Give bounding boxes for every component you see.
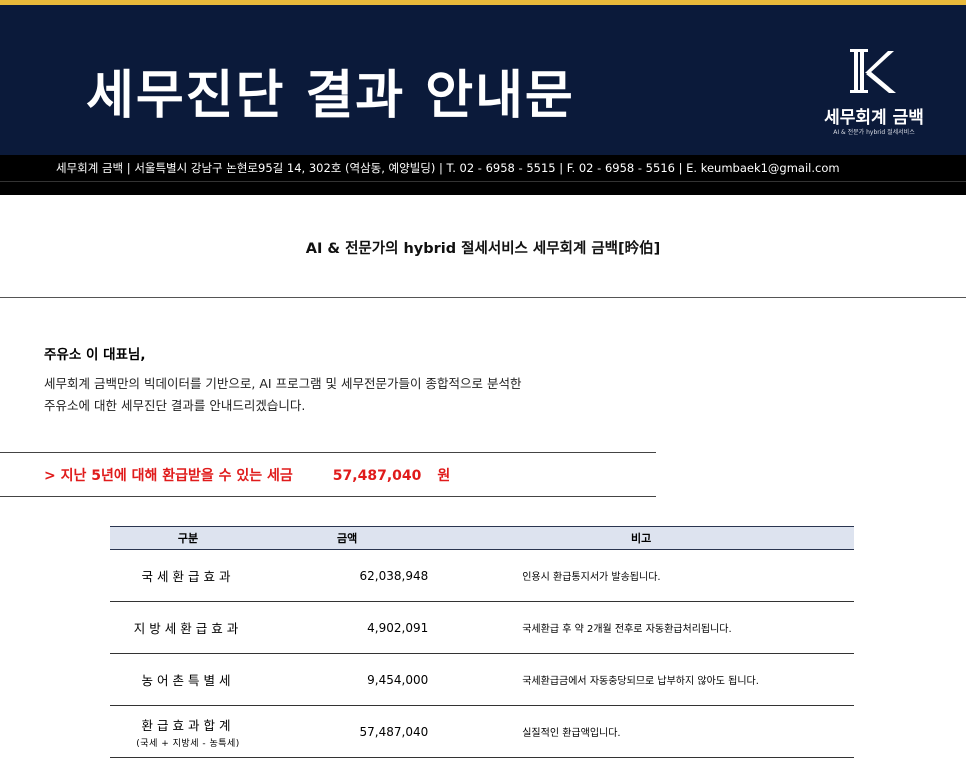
row-amount-text: 9,454,000 bbox=[367, 672, 429, 687]
refund-bottom-rule bbox=[0, 496, 656, 497]
k-monogram-icon bbox=[850, 49, 896, 93]
row-amount: 62,038,948 bbox=[266, 549, 429, 602]
table-row: 국세환급효과 62,038,948 인용시 환급통지서가 발송됩니다. bbox=[110, 549, 854, 602]
refund-top-rule bbox=[0, 452, 656, 453]
company-logo: 세무회계 금백 AI & 전문가 hybrid 절세서비스 bbox=[812, 43, 936, 143]
header-category: 구분 bbox=[110, 526, 267, 550]
contact-info-text: 세무회계 금백 | 서울특별시 강남구 논현로95길 14, 302호 (역삼동… bbox=[56, 161, 840, 175]
row-amount: 9,454,000 bbox=[266, 653, 429, 706]
row-amount: 4,902,091 bbox=[266, 601, 429, 654]
document-header: 세무진단 결과 안내문 세무회계 금백 AI & 전문가 hybrid 절세서비… bbox=[0, 5, 966, 155]
logo-company-name: 세무회계 금백 bbox=[824, 108, 924, 128]
table-row: 농어촌특별세 9,454,000 국세환급금에서 자동충당되므로 납부하지 않아… bbox=[110, 653, 854, 706]
refund-unit: 원 bbox=[437, 468, 451, 484]
table-row-total: 환급효과합계 (국세 + 지방세 - 농특세) 57,487,040 실질적인 환… bbox=[110, 705, 854, 758]
row-note: 국세환급 후 약 2개월 전후로 자동환급처리됩니다. bbox=[428, 601, 854, 654]
refund-amount: 57,487,040 bbox=[332, 468, 422, 484]
row-note: 실질적인 환급액입니다. bbox=[428, 705, 854, 758]
row-label-text: 지방세환급효과 bbox=[133, 621, 243, 636]
intro-paragraph: 세무회계 금백만의 빅데이터를 기반으로, AI 프로그램 및 세무전문가들이 … bbox=[44, 373, 521, 417]
document-title: 세무진단 결과 안내문 bbox=[86, 66, 575, 126]
table-header-row: 구분 금액 비고 bbox=[110, 526, 854, 550]
service-subtitle: AI & 전문가의 hybrid 절세서비스 세무회계 금백[昑伯] bbox=[305, 241, 661, 257]
header-amount: 금액 bbox=[266, 526, 429, 550]
refund-summary: > 지난 5년에 대해 환급받을 수 있는 세금 57,487,040 원 bbox=[44, 465, 450, 485]
logo-tagline: AI & 전문가 hybrid 절세서비스 bbox=[833, 129, 915, 136]
row-note: 국세환급금에서 자동충당되므로 납부하지 않아도 됩니다. bbox=[428, 653, 854, 706]
row-label-text: 국세환급효과 bbox=[141, 569, 235, 584]
header-note: 비고 bbox=[428, 526, 854, 550]
row-note: 인용시 환급통지서가 발송됩니다. bbox=[428, 549, 854, 602]
tax-refund-table: 구분 금액 비고 국세환급효과 62,038,948 인용시 환급통지서가 발송… bbox=[110, 526, 854, 758]
section-divider bbox=[0, 297, 966, 298]
row-amount: 57,487,040 bbox=[266, 705, 429, 758]
infobar-divider bbox=[0, 181, 966, 182]
refund-label: > 지난 5년에 대해 환급받을 수 있는 세금 bbox=[44, 468, 293, 484]
row-label: 지방세환급효과 bbox=[110, 601, 267, 654]
contact-info-bar: 세무회계 금백 | 서울특별시 강남구 논현로95길 14, 302호 (역삼동… bbox=[0, 155, 966, 195]
intro-line-2: 주유소에 대한 세무진단 결과를 안내드리겠습니다. bbox=[44, 398, 306, 413]
row-amount-text: 4,902,091 bbox=[367, 620, 429, 635]
table-row: 지방세환급효과 4,902,091 국세환급 후 약 2개월 전후로 자동환급처… bbox=[110, 601, 854, 654]
row-label-text: 농어촌특별세 bbox=[141, 673, 235, 688]
row-amount-text: 62,038,948 bbox=[359, 568, 429, 583]
row-label: 농어촌특별세 bbox=[110, 653, 267, 706]
recipient-greeting: 주유소 이 대표님, bbox=[44, 347, 146, 363]
intro-line-1: 세무회계 금백만의 빅데이터를 기반으로, AI 프로그램 및 세무전문가들이 … bbox=[44, 376, 522, 391]
row-label-text: 환급효과합계 bbox=[141, 717, 235, 733]
row-label-subtext: (국세 + 지방세 - 농특세) bbox=[136, 738, 240, 749]
row-amount-text: 57,487,040 bbox=[359, 724, 429, 739]
row-label: 환급효과합계 (국세 + 지방세 - 농특세) bbox=[110, 705, 267, 758]
row-label: 국세환급효과 bbox=[110, 549, 267, 602]
